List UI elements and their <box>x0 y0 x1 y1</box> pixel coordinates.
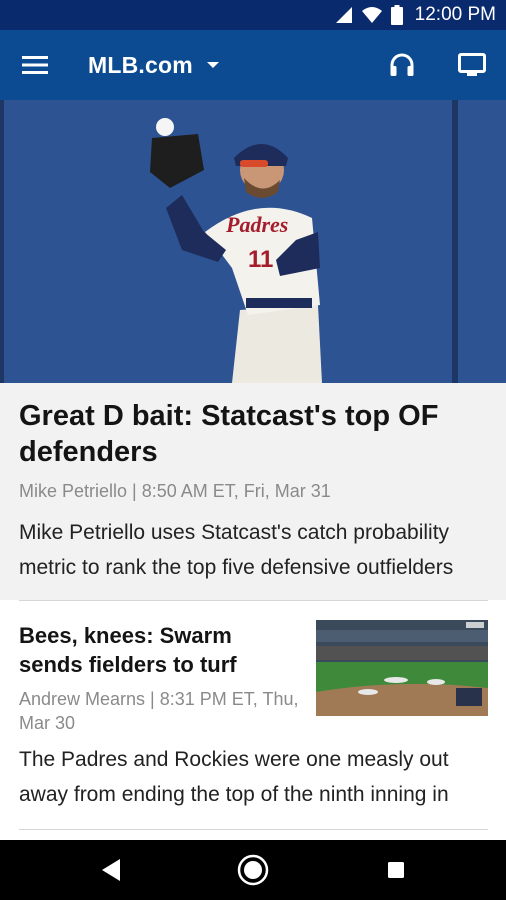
cellular-signal-icon <box>335 7 352 23</box>
battery-icon <box>390 5 403 25</box>
divider <box>19 829 488 830</box>
hero-story-title: Great D bait: Statcast's top OF defender… <box>19 400 439 468</box>
hero-story-image[interactable]: Padres 11 <box>0 100 506 383</box>
story-byline: Andrew Mearns | 8:31 PM ET, Thu, Mar 30 <box>19 689 299 733</box>
story-summary: The Padres and Rockies were one measly o… <box>19 742 489 812</box>
story-card[interactable]: Bees, knees: Swarm sends fielders to tur… <box>0 601 506 829</box>
hero-summary-line: metric to rank the top five defensive ou… <box>19 556 454 579</box>
jersey-text: Padres <box>225 212 288 237</box>
hero-story-summary: Mike Petriello uses Statcast's catch pro… <box>19 515 489 585</box>
jersey-number: 11 <box>248 246 273 273</box>
headphones-icon <box>390 53 414 76</box>
tv-icon <box>458 53 486 76</box>
recents-icon[interactable] <box>378 852 414 888</box>
app-title: MLB.com <box>88 51 193 78</box>
audio-button[interactable] <box>382 47 422 83</box>
hero-story-card[interactable]: Padres 11 Great D bait: Statcast's top O… <box>0 100 506 600</box>
story-summary-line: away from ending the top of the ninth in… <box>19 783 449 806</box>
story-thumbnail[interactable] <box>316 620 488 716</box>
status-icons: 12:00 PM <box>335 4 496 26</box>
app-bar: MLB.com <box>0 30 506 100</box>
status-bar: 12:00 PM <box>0 0 506 30</box>
status-time: 12:00 PM <box>414 4 496 25</box>
menu-button[interactable] <box>14 44 56 86</box>
navigation-bar <box>0 840 506 900</box>
wifi-icon <box>361 7 382 23</box>
site-selector-dropdown[interactable]: MLB.com <box>88 48 219 82</box>
dropdown-arrow-icon <box>206 62 219 68</box>
back-icon[interactable] <box>92 854 128 886</box>
hero-summary-line: Mike Petriello uses Statcast's catch pro… <box>19 521 450 544</box>
hero-story-byline: Mike Petriello | 8:50 AM ET, Fri, Mar 31 <box>19 481 331 501</box>
tv-button[interactable] <box>452 47 492 83</box>
home-icon[interactable] <box>235 852 271 888</box>
story-summary-line: The Padres and Rockies were one measly o… <box>19 748 449 771</box>
hamburger-menu-icon <box>22 56 48 74</box>
story-title: Bees, knees: Swarm sends fielders to tur… <box>19 623 237 677</box>
